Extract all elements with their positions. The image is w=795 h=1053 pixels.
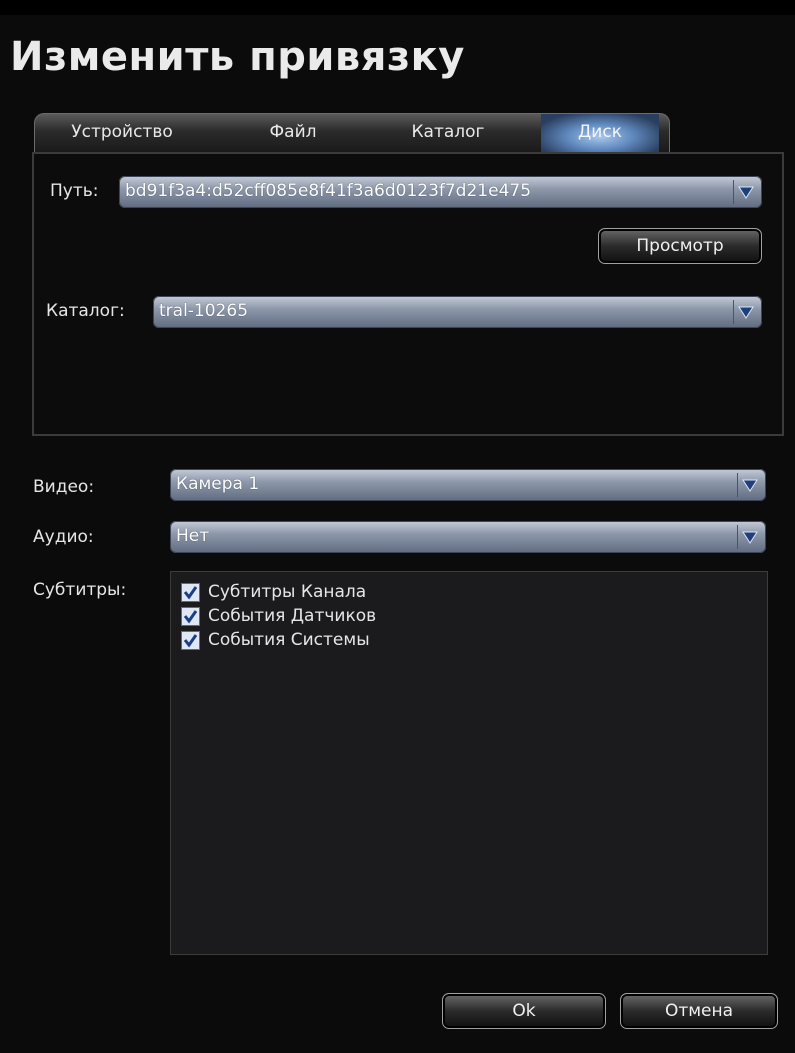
chevron-down-icon[interactable] [733,300,758,324]
subtitle-item-sensors[interactable]: События Датчиков [181,604,376,628]
subtitles-label: Субтитры: [33,580,127,600]
path-dropdown[interactable]: bd91f3a4:d52cff085e8f41f3a6d0123f7d21e47… [119,176,762,208]
subtitle-item-label: Субтитры Канала [208,582,367,602]
path-value: bd91f3a4:d52cff085e8f41f3a6d0123f7d21e47… [125,181,532,201]
dialog-title: Изменить привязку [10,34,465,80]
tab-bar: Устройство Файл Каталог Диск [34,113,670,152]
path-label: Путь: [50,181,99,201]
subtitle-item-label: События Датчиков [208,606,377,626]
video-label: Видео: [33,477,95,497]
audio-label: Аудио: [33,527,94,547]
checkbox[interactable] [181,630,200,650]
cancel-button[interactable]: Отмена [620,993,778,1029]
audio-value: Нет [176,526,210,546]
tab-disk[interactable]: Диск [541,114,659,152]
ok-button[interactable]: Ok [442,993,606,1029]
checkmark-icon [183,585,198,600]
catalog-value: tral-10265 [159,301,249,321]
tab-file[interactable]: Файл [253,114,333,152]
checkmark-icon [183,609,198,624]
subtitles-list[interactable]: Субтитры Канала События Датчиков События… [170,571,768,955]
chevron-down-icon[interactable] [737,525,762,549]
subtitle-item-label: События Системы [208,630,370,650]
chevron-down-icon[interactable] [737,473,762,497]
chevron-down-icon[interactable] [733,180,758,204]
tab-device[interactable]: Устройство [57,114,187,152]
catalog-dropdown[interactable]: tral-10265 [153,296,762,328]
subtitle-item-channel[interactable]: Субтитры Канала [181,580,366,604]
checkmark-icon [183,633,198,648]
tab-catalog[interactable]: Каталог [393,114,503,152]
video-value: Камера 1 [176,474,260,494]
video-dropdown[interactable]: Камера 1 [170,469,766,501]
audio-dropdown[interactable]: Нет [170,521,766,553]
checkbox[interactable] [181,606,200,626]
checkbox[interactable] [181,582,200,602]
subtitle-item-system[interactable]: События Системы [181,628,370,652]
catalog-label: Каталог: [46,301,125,321]
browse-button[interactable]: Просмотр [598,228,762,264]
